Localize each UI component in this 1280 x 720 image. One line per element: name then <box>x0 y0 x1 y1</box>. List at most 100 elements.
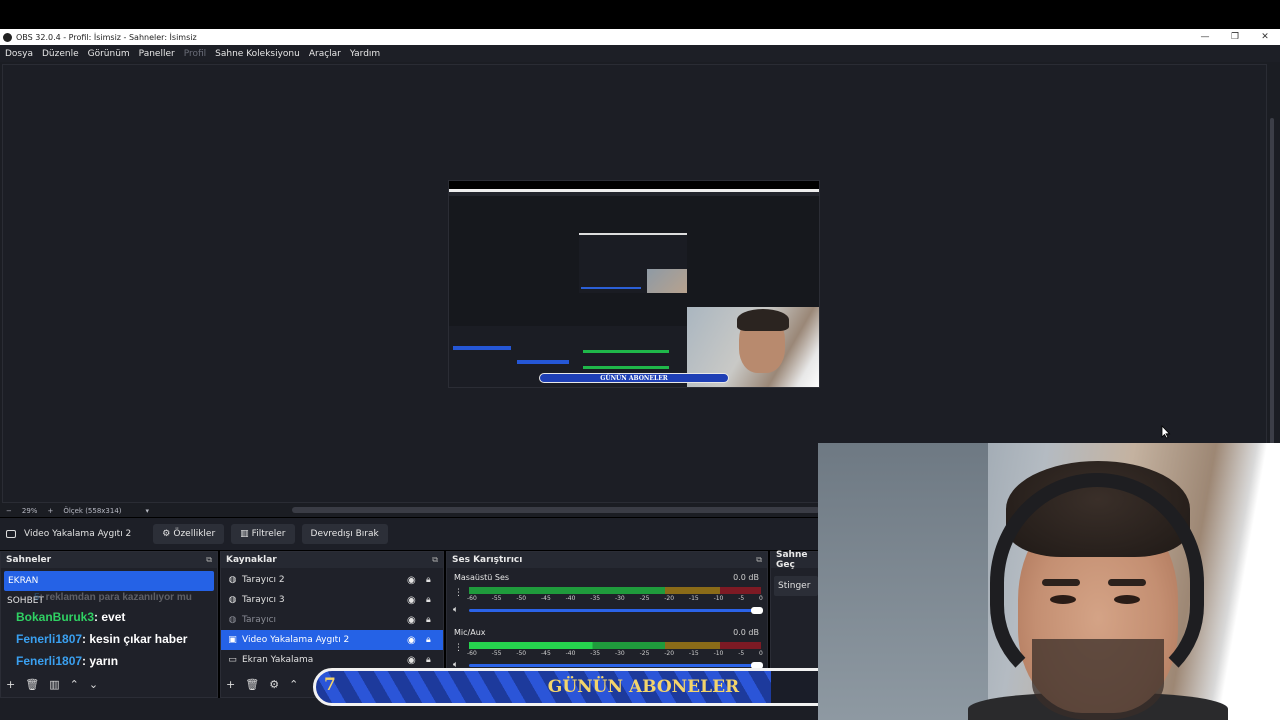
selected-source-name: Video Yakalama Aygıtı 2 <box>24 529 132 539</box>
menu-profile[interactable]: Profil <box>184 49 206 59</box>
deactivate-button[interactable]: Devredışı Bırak <box>301 524 388 544</box>
filters-label: Filtreler <box>251 529 286 539</box>
gear-icon: ⚙ <box>162 529 171 539</box>
maximize-button[interactable]: ❐ <box>1220 29 1250 45</box>
chat-line: Fenerli1807 : kesin çıkar haber <box>0 628 230 650</box>
scenes-toolbar: + 🗑 ▥ ⌃ ⌄ <box>1 675 108 693</box>
menu-file[interactable]: Dosya <box>5 49 33 59</box>
trash-icon[interactable]: 🗑 <box>25 678 39 691</box>
move-down-icon[interactable]: ⌄ <box>89 678 98 691</box>
undock-icon[interactable]: ⧉ <box>756 555 762 565</box>
eye-icon[interactable]: ◉ <box>407 655 416 666</box>
minimize-button[interactable]: — <box>1190 29 1220 45</box>
lock-icon[interactable]: 🔒︎ <box>426 615 431 625</box>
webcam-eye <box>1114 595 1140 604</box>
preview-webcam-hair <box>737 309 789 331</box>
eye-icon[interactable]: ◉ <box>407 575 416 586</box>
kebab-menu-icon[interactable]: ⋮ <box>454 588 463 598</box>
transitions-header: Sahne Geç <box>771 550 821 570</box>
menu-edit[interactable]: Düzenle <box>42 49 79 59</box>
chat-message: : evet <box>94 610 126 624</box>
source-item-video-capture-2[interactable]: ▣ Video Yakalama Aygıtı 2 ◉ 🔒︎ <box>221 630 443 650</box>
lock-icon[interactable]: 🔒︎ <box>426 595 431 605</box>
obs-logo-icon <box>3 32 12 42</box>
volume-slider[interactable] <box>469 662 763 669</box>
zoom-out-button[interactable]: − <box>6 507 12 515</box>
transition-select[interactable]: Stinger <box>774 576 818 596</box>
preview-mini-webcam <box>647 269 687 293</box>
preview-recursive-menubar <box>449 192 819 196</box>
deactivate-label: Devredışı Bırak <box>310 529 379 539</box>
chat-line: BokanBuruk3 : evet <box>0 606 230 628</box>
volume-meter <box>469 587 761 594</box>
undock-icon[interactable]: ⧉ <box>432 555 438 565</box>
preview-meter <box>583 350 669 353</box>
source-label: Tarayıcı 3 <box>242 595 285 605</box>
scale-label[interactable]: Ölçek (558x314) <box>63 507 121 515</box>
chevron-down-icon[interactable]: ▾ <box>146 507 150 515</box>
eye-icon[interactable]: ◉ <box>407 635 416 646</box>
properties-button[interactable]: ⚙ Özellikler <box>153 524 225 544</box>
chat-user: Fenerli1807 <box>16 632 83 646</box>
source-label: Tarayıcı <box>242 615 277 625</box>
camera-icon <box>6 530 16 538</box>
volume-slider[interactable] <box>469 607 763 614</box>
chat-line: 5 : reklamdan para kazanılıyor mu <box>0 588 230 606</box>
filter-icon[interactable]: ▥ <box>49 678 59 691</box>
preview-panel-highlight <box>453 346 511 350</box>
move-up-icon[interactable]: ⌃ <box>289 678 298 691</box>
close-button[interactable]: ✕ <box>1250 29 1280 45</box>
chat-message: : yarın <box>82 654 119 668</box>
eye-icon[interactable]: ◉ <box>407 595 416 606</box>
speaker-icon[interactable]: 🔈︎ <box>453 605 458 615</box>
menu-docks[interactable]: Paneller <box>139 49 175 59</box>
slider-knob[interactable] <box>751 607 763 614</box>
menu-view[interactable]: Görünüm <box>88 49 130 59</box>
webcam-eye <box>1050 595 1076 604</box>
source-label: Video Yakalama Aygıtı 2 <box>242 635 350 645</box>
preview-meter <box>583 366 669 369</box>
source-label: Ekran Yakalama <box>242 655 314 665</box>
source-item-browser-2[interactable]: ◍ Tarayıcı 2 ◉ 🔒︎ <box>221 570 443 590</box>
webcam-brow <box>1108 579 1146 586</box>
transitions-title: Sahne Geç <box>776 550 808 570</box>
add-scene-button[interactable]: + <box>6 678 15 691</box>
preview-banner: GÜNÜN ABONELER <box>539 373 729 383</box>
source-item-browser[interactable]: ◍ Tarayıcı ◉ 🔒︎ <box>221 610 443 630</box>
channel-name: Masaüstü Ses <box>454 573 510 582</box>
filters-button[interactable]: ▥ Filtreler <box>231 524 295 544</box>
zoom-in-button[interactable]: + <box>47 507 53 515</box>
lock-icon[interactable]: 🔒︎ <box>426 635 431 645</box>
mouse-cursor-icon <box>1161 425 1171 439</box>
menu-help[interactable]: Yardım <box>350 49 380 59</box>
source-item-screen-capture[interactable]: ▭ Ekran Yakalama ◉ 🔒︎ <box>221 650 443 670</box>
horizontal-scrollbar[interactable] <box>292 507 820 513</box>
mixer-header: Ses Karıştırıcı ⧉ <box>447 552 767 568</box>
filter-icon: ▥ <box>240 529 249 539</box>
lock-icon[interactable]: 🔒︎ <box>426 575 431 585</box>
chat-message: : reklamdan para kazanılıyor mu <box>39 591 192 603</box>
preview-canvas[interactable]: GÜNÜN ABONELER <box>448 180 820 388</box>
add-source-button[interactable]: + <box>226 678 235 691</box>
eye-icon[interactable]: ◉ <box>407 615 416 626</box>
menu-tools[interactable]: Araçlar <box>309 49 341 59</box>
context-bar: Video Yakalama Aygıtı 2 ⚙ Özellikler ▥ F… <box>0 518 820 550</box>
chat-message: : kesin çıkar haber <box>82 632 188 646</box>
banner-title-text: GÜNÜN ABONELER <box>547 677 740 697</box>
source-item-browser-3[interactable]: ◍ Tarayıcı 3 ◉ 🔒︎ <box>221 590 443 610</box>
webcam-brow <box>1042 579 1080 586</box>
move-up-icon[interactable]: ⌃ <box>70 678 79 691</box>
channel-name: Mic/Aux <box>454 628 486 637</box>
title-bar: OBS 32.0.4 - Profil: İsimsiz - Sahneler:… <box>0 29 1280 45</box>
sources-toolbar: + 🗑 ⚙ ⌃ <box>221 675 308 693</box>
menu-bar: Dosya Düzenle Görünüm Paneller Profil Sa… <box>0 45 1280 62</box>
sources-title: Kaynaklar <box>226 555 277 565</box>
window-title: OBS 32.0.4 - Profil: İsimsiz - Sahneler:… <box>16 32 197 42</box>
kebab-menu-icon[interactable]: ⋮ <box>454 643 463 653</box>
lock-icon[interactable]: 🔒︎ <box>426 655 431 665</box>
trash-icon[interactable]: 🗑 <box>245 678 259 691</box>
gear-icon[interactable]: ⚙ <box>269 678 279 691</box>
undock-icon[interactable]: ⧉ <box>206 555 212 565</box>
chat-overlay: 5 : reklamdan para kazanılıyor mu BokanB… <box>0 588 230 674</box>
menu-scene-collection[interactable]: Sahne Koleksiyonu <box>215 49 300 59</box>
